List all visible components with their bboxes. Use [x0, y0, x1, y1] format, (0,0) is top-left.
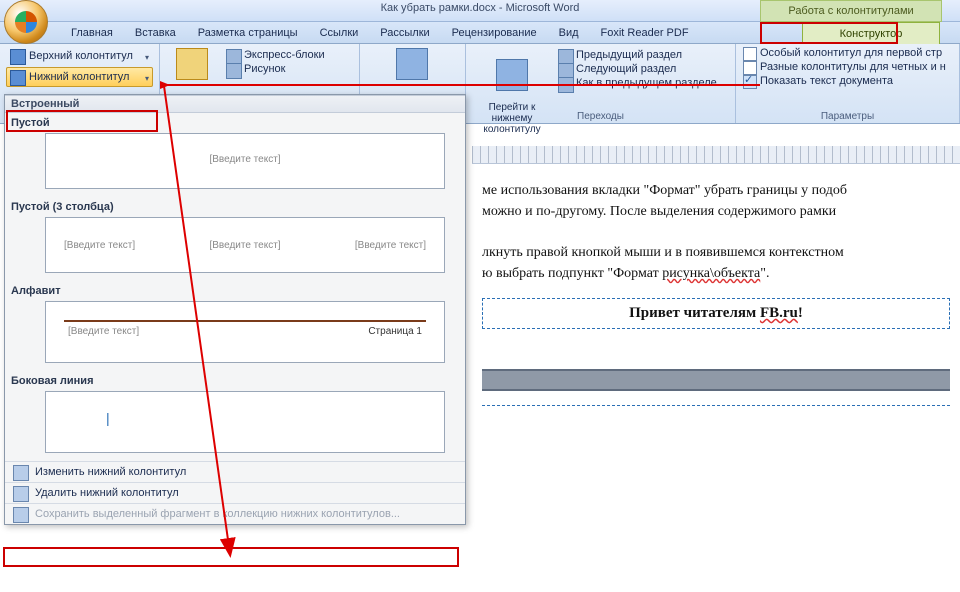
next-section-button[interactable]: Следующий раздел: [556, 62, 719, 76]
menu-edit-footer[interactable]: Изменить нижний колонтитул: [5, 461, 465, 482]
footer-area[interactable]: Привет читателям FB.ru!: [482, 298, 950, 329]
gallery-item-empty[interactable]: Пустой: [5, 113, 465, 131]
body-line-1: ме использования вкладки "Формат" убрать…: [482, 180, 950, 201]
body-line-4: ю выбрать подпункт "Формат рисунка\объек…: [482, 263, 950, 284]
title-bar: Как убрать рамки.docx - Microsoft Word Р…: [0, 0, 960, 22]
group-navigation: Перейти к нижнему колонтитулу Предыдущий…: [466, 44, 736, 123]
gallery-item-alphabet[interactable]: Алфавит: [5, 281, 465, 299]
highlight-remove-footer: [3, 547, 459, 567]
group-options: Особый колонтитул для первой стр Разные …: [736, 44, 960, 123]
gallery-section-builtin: Встроенный: [5, 95, 465, 113]
gallery-preview-empty[interactable]: [Введите текст]: [45, 133, 445, 189]
prev-section-button[interactable]: Предыдущий раздел: [556, 48, 719, 62]
menu-save-footer: Сохранить выделенный фрагмент в коллекци…: [5, 503, 465, 524]
gallery-item-three-col[interactable]: Пустой (3 столбца): [5, 197, 465, 215]
link-previous-button[interactable]: Как в предыдущем разделе: [556, 76, 719, 90]
page-icon: [396, 48, 428, 80]
tab-insert[interactable]: Вставка: [124, 22, 187, 44]
page-content[interactable]: ме использования вкладки "Формат" убрать…: [472, 164, 960, 441]
goto-header-button[interactable]: [366, 46, 458, 80]
header-dropdown[interactable]: Верхний колонтитул: [6, 46, 153, 66]
group-navigation-label: Переходы: [466, 111, 735, 122]
calendar-icon: [176, 48, 208, 80]
document-area: ме использования вкладки "Формат" убрать…: [472, 146, 960, 592]
ribbon-tabs: Главная Вставка Разметка страницы Ссылки…: [0, 22, 960, 44]
tab-home[interactable]: Главная: [60, 22, 124, 44]
goto-footer-button[interactable]: Перейти к нижнему колонтитулу: [472, 46, 552, 109]
picture-button[interactable]: Рисунок: [224, 62, 327, 76]
gallery-item-sideline[interactable]: Боковая линия: [5, 371, 465, 389]
office-button[interactable]: [4, 0, 48, 44]
tab-layout[interactable]: Разметка страницы: [187, 22, 309, 44]
tab-view[interactable]: Вид: [548, 22, 590, 44]
menu-remove-footer[interactable]: Удалить нижний колонтитул: [5, 482, 465, 503]
horizontal-ruler[interactable]: [472, 146, 960, 164]
body-line-3: лкнуть правой кнопкой мыши и в появившем…: [482, 242, 950, 263]
gallery-preview-sideline[interactable]: |: [45, 391, 445, 453]
body-line-2: можно и по-другому. После выделения соде…: [482, 201, 950, 222]
quickparts-dropdown[interactable]: Экспресс-блоки: [224, 48, 327, 62]
chk-diff-first-page[interactable]: Особый колонтитул для первой стр: [742, 46, 953, 60]
contextual-tab-group: Работа с колонтитулами: [760, 0, 942, 22]
tab-design[interactable]: Конструктор: [802, 22, 940, 44]
chk-show-document[interactable]: Показать текст документа: [742, 74, 953, 88]
footer-gallery-dropdown: Встроенный Пустой [Введите текст] Пустой…: [4, 94, 466, 525]
group-options-label: Параметры: [736, 111, 959, 122]
next-page-header-area[interactable]: [482, 405, 950, 441]
page-down-icon: [496, 59, 528, 91]
tab-references[interactable]: Ссылки: [309, 22, 370, 44]
chk-diff-odd-even[interactable]: Разные колонтитулы для четных и н: [742, 60, 953, 74]
tab-review[interactable]: Рецензирование: [441, 22, 548, 44]
gallery-preview-three-col[interactable]: [Введите текст] [Введите текст] [Введите…: [45, 217, 445, 273]
gallery-preview-alphabet[interactable]: [Введите текст] Страница 1: [45, 301, 445, 363]
page-gap: [482, 369, 950, 391]
tab-foxit[interactable]: Foxit Reader PDF: [590, 22, 700, 44]
footer-dropdown[interactable]: Нижний колонтитул: [6, 67, 153, 87]
tab-mailings[interactable]: Рассылки: [369, 22, 440, 44]
